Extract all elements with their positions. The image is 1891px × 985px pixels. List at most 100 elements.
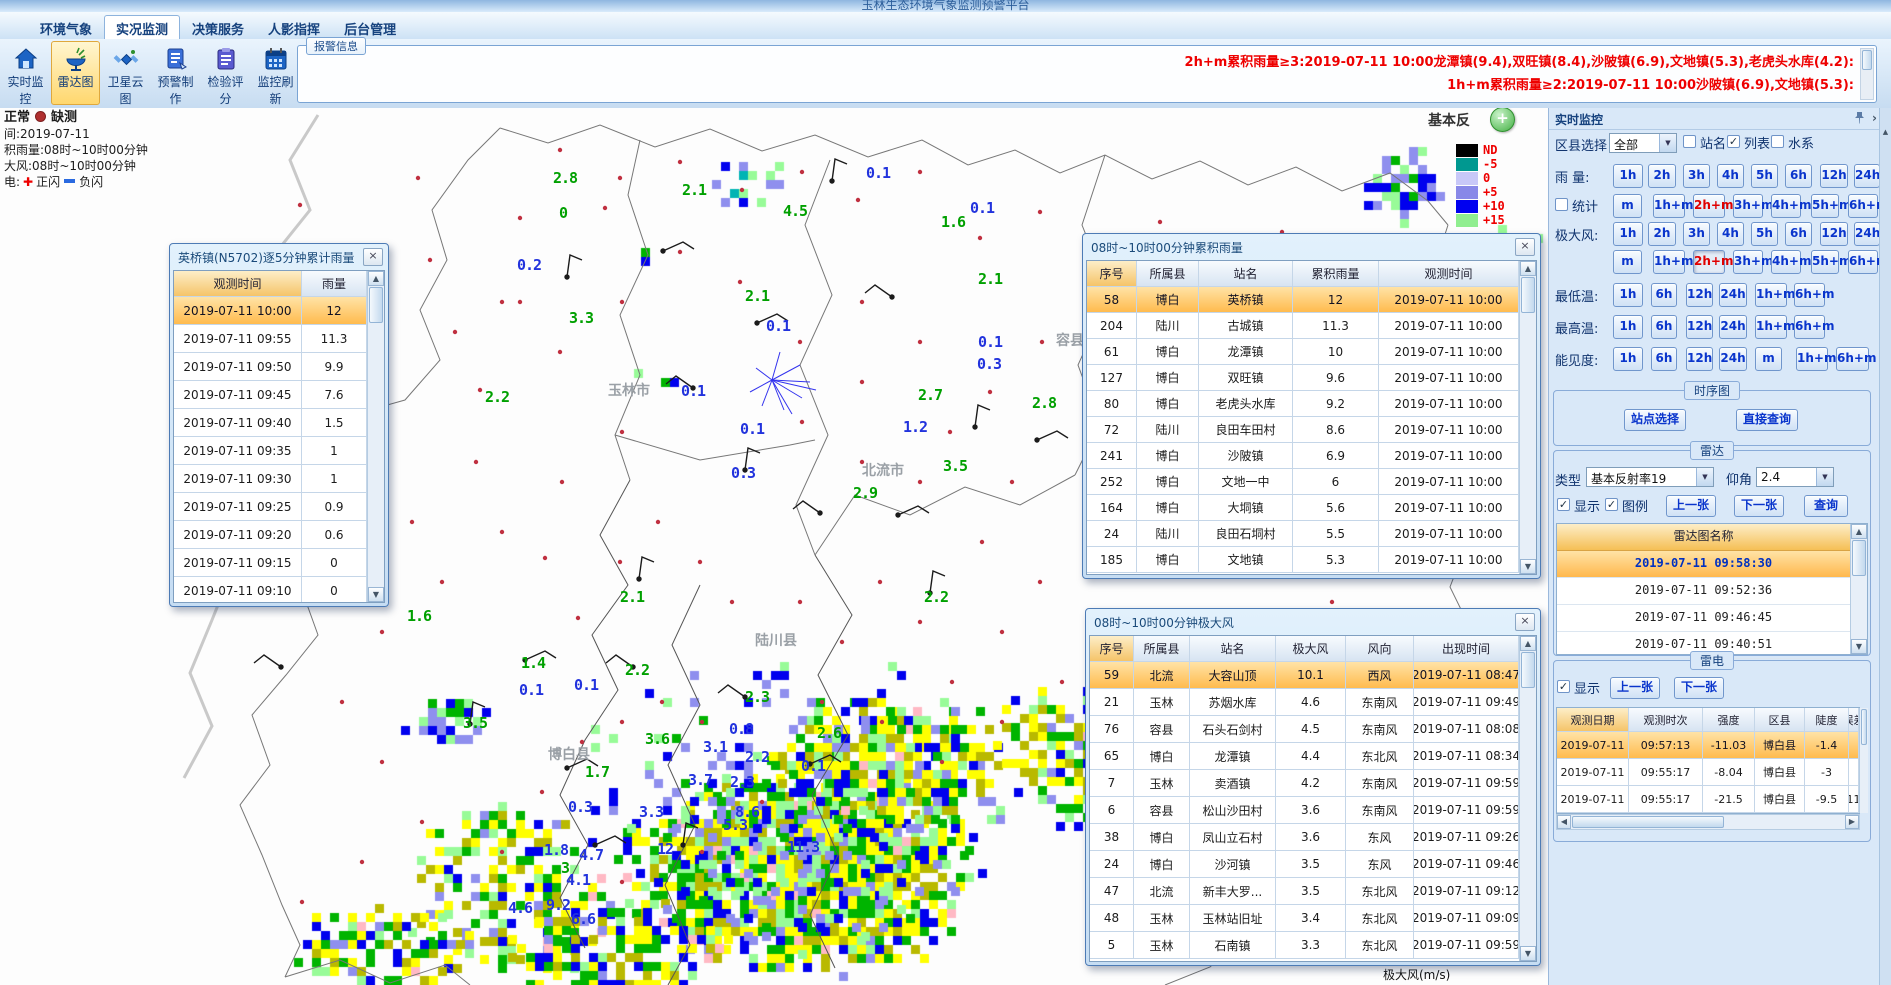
table-row[interactable]: 48玉林玉林站旧址3.4东北风2019-07-11 09:09 <box>1090 905 1519 932</box>
table-row[interactable]: 241博白沙陂镇6.92019-07-11 10:00 <box>1087 443 1519 469</box>
period-button-3h+m[interactable]: 3h+m <box>1733 250 1763 274</box>
toolbar-button-warning-doc[interactable]: 预警制作 <box>151 41 200 105</box>
dropdown-arrow-icon[interactable]: ▼ <box>1696 468 1713 486</box>
period-button-6h+m[interactable]: 6h+m <box>1848 250 1878 274</box>
menu-tab-3[interactable]: 决策服务 <box>180 15 256 42</box>
table-row[interactable]: 2019-07-11 09:351 <box>174 437 367 465</box>
radar-image-item[interactable]: 2019-07-11 09:46:45 <box>1557 605 1850 632</box>
radar-image-item[interactable]: 2019-07-11 09:58:30 <box>1557 551 1850 578</box>
period-button-6h[interactable]: 6h <box>1651 283 1677 307</box>
vertical-scrollbar[interactable] <box>1859 708 1868 813</box>
collapse-icon[interactable]: › <box>1872 111 1877 125</box>
toolbar-button-refresh-calendar[interactable]: 监控刷新 <box>251 41 300 105</box>
statistics-checkbox[interactable] <box>1555 198 1568 211</box>
rain-window-title-bar[interactable]: 08时~10时00分钟累积雨量 <box>1083 234 1540 259</box>
prev-image-button[interactable]: 上一张 <box>1666 495 1716 517</box>
period-button-1h[interactable]: 1h <box>1613 283 1643 307</box>
table-row[interactable]: 2019-07-11 09:457.6 <box>174 381 367 409</box>
pin-icon[interactable] <box>1854 111 1865 124</box>
option-1-checkbox[interactable] <box>1683 135 1696 148</box>
period-button-6h+m[interactable]: 6h+m <box>1794 283 1825 307</box>
period-button-3h[interactable]: 3h <box>1683 222 1710 246</box>
close-icon[interactable]: × <box>1515 613 1535 631</box>
rain5-window-title-bar[interactable]: 英桥镇(N5702)逐5分钟累计雨量 <box>170 244 388 269</box>
district-dropdown[interactable]: 全部▼ <box>1609 133 1677 153</box>
radar-elev-dropdown[interactable]: 2.4▼ <box>1756 467 1834 487</box>
period-button-1h[interactable]: 1h <box>1613 222 1643 246</box>
query-button[interactable]: 查询 <box>1804 495 1848 517</box>
radar-show-checkbox[interactable]: ✓ <box>1557 498 1570 511</box>
toolbar-button-radar[interactable]: 雷达图 <box>51 41 100 105</box>
period-button-6h[interactable]: 6h <box>1651 315 1677 339</box>
period-button-1h+m[interactable]: 1h+m <box>1653 250 1685 274</box>
table-row[interactable]: 65博白龙潭镇4.4东北风2019-07-11 08:34 <box>1090 743 1519 770</box>
table-row[interactable]: 2019-07-11 09:200.6 <box>174 521 367 549</box>
table-row[interactable]: 76容县石头石剑村4.5东南风2019-07-11 08:08 <box>1090 716 1519 743</box>
period-button-m[interactable]: m <box>1613 194 1642 218</box>
scroll-up-icon[interactable]: ▲ <box>1880 126 1891 138</box>
table-row[interactable]: 7玉林卖酒镇4.2东南风2019-07-11 09:59 <box>1090 770 1519 797</box>
table-row[interactable]: 2019-07-11 09:150 <box>174 549 367 577</box>
table-row[interactable]: 2019-07-11 09:301 <box>174 465 367 493</box>
window-station-rain5min[interactable]: 英桥镇(N5702)逐5分钟累计雨量×观测时间雨量2019-07-11 10:0… <box>169 243 389 607</box>
period-button-5h[interactable]: 5h <box>1751 164 1778 188</box>
period-button-1h+m[interactable]: 1h+m <box>1653 194 1685 218</box>
table-row[interactable]: 204陆川古城镇11.32019-07-11 10:00 <box>1087 313 1519 339</box>
period-button-1h[interactable]: 1h <box>1613 164 1643 188</box>
period-button-2h+m[interactable]: 2h+m <box>1693 194 1725 218</box>
period-button-12h[interactable]: 12h <box>1686 347 1713 371</box>
period-button-3h[interactable]: 3h <box>1683 164 1710 188</box>
table-row[interactable]: 24陆川良田石垌村5.52019-07-11 10:00 <box>1087 521 1519 547</box>
prev-image-button[interactable]: 上一张 <box>1610 677 1660 699</box>
option-3-checkbox[interactable] <box>1771 135 1784 148</box>
scroll-down-icon[interactable]: ▼ <box>1520 559 1536 574</box>
table-row[interactable]: 6容县松山沙田村3.6东南风2019-07-11 09:59 <box>1090 797 1519 824</box>
scroll-down-icon[interactable]: ▼ <box>368 587 384 602</box>
table-row[interactable]: 38博白凤山立石村3.6东风2019-07-11 09:26 <box>1090 824 1519 851</box>
table-row[interactable]: 2019-07-1109:55:17-21.5博白县-9.511 <box>1557 786 1859 813</box>
period-button-12h[interactable]: 12h <box>1686 283 1713 307</box>
period-button-6h+m[interactable]: 6h+m <box>1848 194 1878 218</box>
scroll-up-icon[interactable]: ▲ <box>1520 636 1536 651</box>
period-button-24h[interactable]: 24h <box>1854 222 1880 246</box>
table-row[interactable]: 2019-07-11 10:0012 <box>174 297 367 325</box>
period-button-12h[interactable]: 12h <box>1820 222 1848 246</box>
horizontal-scrollbar[interactable]: ◀▶ <box>1556 814 1860 830</box>
next-image-button[interactable]: 下一张 <box>1674 677 1724 699</box>
period-button-4h+m[interactable]: 4h+m <box>1771 194 1801 218</box>
period-button-1h[interactable]: 1h <box>1613 347 1643 371</box>
period-button-24h[interactable]: 24h <box>1719 347 1747 371</box>
toolbar-button-home[interactable]: 实时监控 <box>1 41 50 105</box>
period-button-2h[interactable]: 2h <box>1648 222 1676 246</box>
table-row[interactable]: 47北流新丰大罗...3.5东北风2019-07-11 09:12 <box>1090 878 1519 905</box>
vertical-scrollbar[interactable]: ▲▼ <box>1519 261 1536 574</box>
close-icon[interactable]: × <box>363 248 383 266</box>
toolbar-button-score[interactable]: 检验评分 <box>201 41 250 105</box>
dropdown-arrow-icon[interactable]: ▼ <box>1816 468 1833 486</box>
period-button-1h[interactable]: 1h <box>1613 315 1643 339</box>
period-button-3h+m[interactable]: 3h+m <box>1733 194 1763 218</box>
wind-window-title-bar[interactable]: 08时~10时00分钟极大风 <box>1086 609 1540 634</box>
table-row[interactable]: 164博白大垌镇5.62019-07-11 10:00 <box>1087 495 1519 521</box>
select-station-button[interactable]: 站点选择 <box>1624 409 1686 431</box>
period-button-24h[interactable]: 24h <box>1719 283 1747 307</box>
table-row[interactable]: 58博白英桥镇122019-07-11 10:00 <box>1087 287 1519 313</box>
toolbar-button-satellite[interactable]: 卫星云图 <box>101 41 150 105</box>
table-row[interactable]: 59北流大容山顶10.1西风2019-07-11 08:47 <box>1090 662 1519 689</box>
scroll-left-icon[interactable]: ◀ <box>1557 815 1571 829</box>
table-row[interactable]: 2019-07-11 09:401.5 <box>174 409 367 437</box>
vertical-scrollbar[interactable]: ▲▼ <box>1850 524 1867 654</box>
table-row[interactable]: 2019-07-11 09:509.9 <box>174 353 367 381</box>
dropdown-arrow-icon[interactable]: ▼ <box>1659 134 1676 152</box>
radar-type-dropdown[interactable]: 基本反射率19▼ <box>1586 467 1714 487</box>
scroll-down-icon[interactable]: ▼ <box>1520 946 1536 961</box>
vertical-scrollbar[interactable]: ▲▼ <box>367 271 384 602</box>
period-button-5h+m[interactable]: 5h+m <box>1811 250 1839 274</box>
add-icon[interactable]: + <box>1490 108 1515 132</box>
table-row[interactable]: 185博白文地镇5.32019-07-11 10:00 <box>1087 547 1519 573</box>
period-button-m[interactable]: m <box>1755 347 1782 371</box>
period-button-1h+m[interactable]: 1h+m <box>1755 315 1787 339</box>
table-row[interactable]: 72陆川良田车田村8.62019-07-11 10:00 <box>1087 417 1519 443</box>
table-row[interactable]: 21玉林苏烟水库4.6东南风2019-07-11 09:49 <box>1090 689 1519 716</box>
table-row[interactable]: 2019-07-11 09:100 <box>174 577 367 602</box>
